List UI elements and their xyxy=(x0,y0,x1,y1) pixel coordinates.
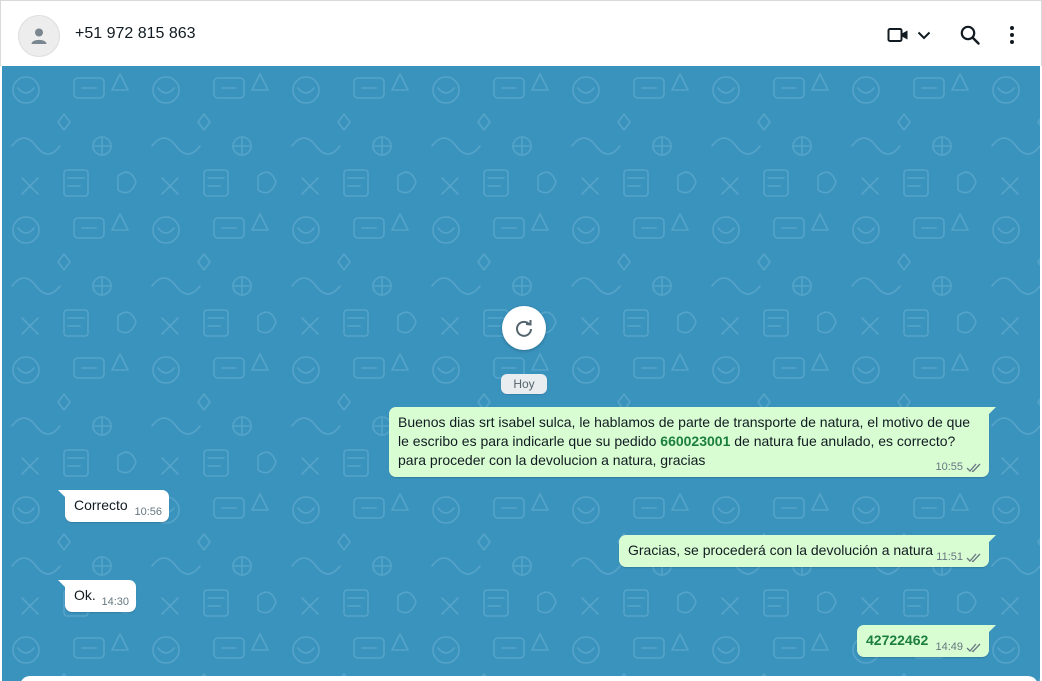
video-call-icon xyxy=(887,28,908,42)
person-icon xyxy=(31,28,47,44)
more-options-icon xyxy=(1010,26,1014,44)
avatar[interactable] xyxy=(18,15,60,57)
message-time: 10:56 xyxy=(134,506,162,518)
refresh-icon xyxy=(516,320,532,337)
double-check-read-icon xyxy=(966,643,981,653)
outgoing-message[interactable]: Gracias, se procederá con la devolución … xyxy=(619,535,996,567)
message-text: Buenos dias srt isabel sulca, le hablamo… xyxy=(398,414,971,468)
message-time: 14:30 xyxy=(101,596,129,608)
message-time: 10:55 xyxy=(935,461,963,473)
message-text: Ok. xyxy=(74,587,96,603)
message-text: 42722462 xyxy=(866,632,929,648)
message-composer[interactable] xyxy=(20,676,1038,681)
incoming-message[interactable]: Ok. 14:30 xyxy=(58,580,136,612)
incoming-message[interactable]: Correcto 10:56 xyxy=(58,490,169,522)
more-options-button[interactable] xyxy=(1009,21,1015,49)
message-text: Gracias, se procederá con la devolución … xyxy=(628,542,934,558)
search-icon xyxy=(960,25,980,45)
contact-name[interactable]: +51 972 815 863 xyxy=(75,25,196,43)
message-time: 14:49 xyxy=(935,641,963,653)
chat-area[interactable]: Hoy Buenos dias srt isabel sulca, le hab… xyxy=(2,66,1040,681)
order-number: 660023001 xyxy=(660,433,731,449)
double-check-read-icon xyxy=(966,553,981,563)
search-button[interactable] xyxy=(959,21,981,49)
date-divider: Hoy xyxy=(501,374,547,394)
outgoing-message[interactable]: Buenos dias srt isabel sulca, le hablamo… xyxy=(389,407,996,477)
video-call-button[interactable] xyxy=(887,21,933,49)
message-time: 11:51 xyxy=(936,551,963,563)
message-text: Correcto xyxy=(74,497,128,513)
chat-header: +51 972 815 863 xyxy=(0,0,1042,66)
refresh-button[interactable] xyxy=(502,306,546,350)
double-check-read-icon xyxy=(966,463,981,473)
chevron-down-icon xyxy=(917,31,931,40)
outgoing-message[interactable]: 42722462 14:49 xyxy=(857,625,996,657)
